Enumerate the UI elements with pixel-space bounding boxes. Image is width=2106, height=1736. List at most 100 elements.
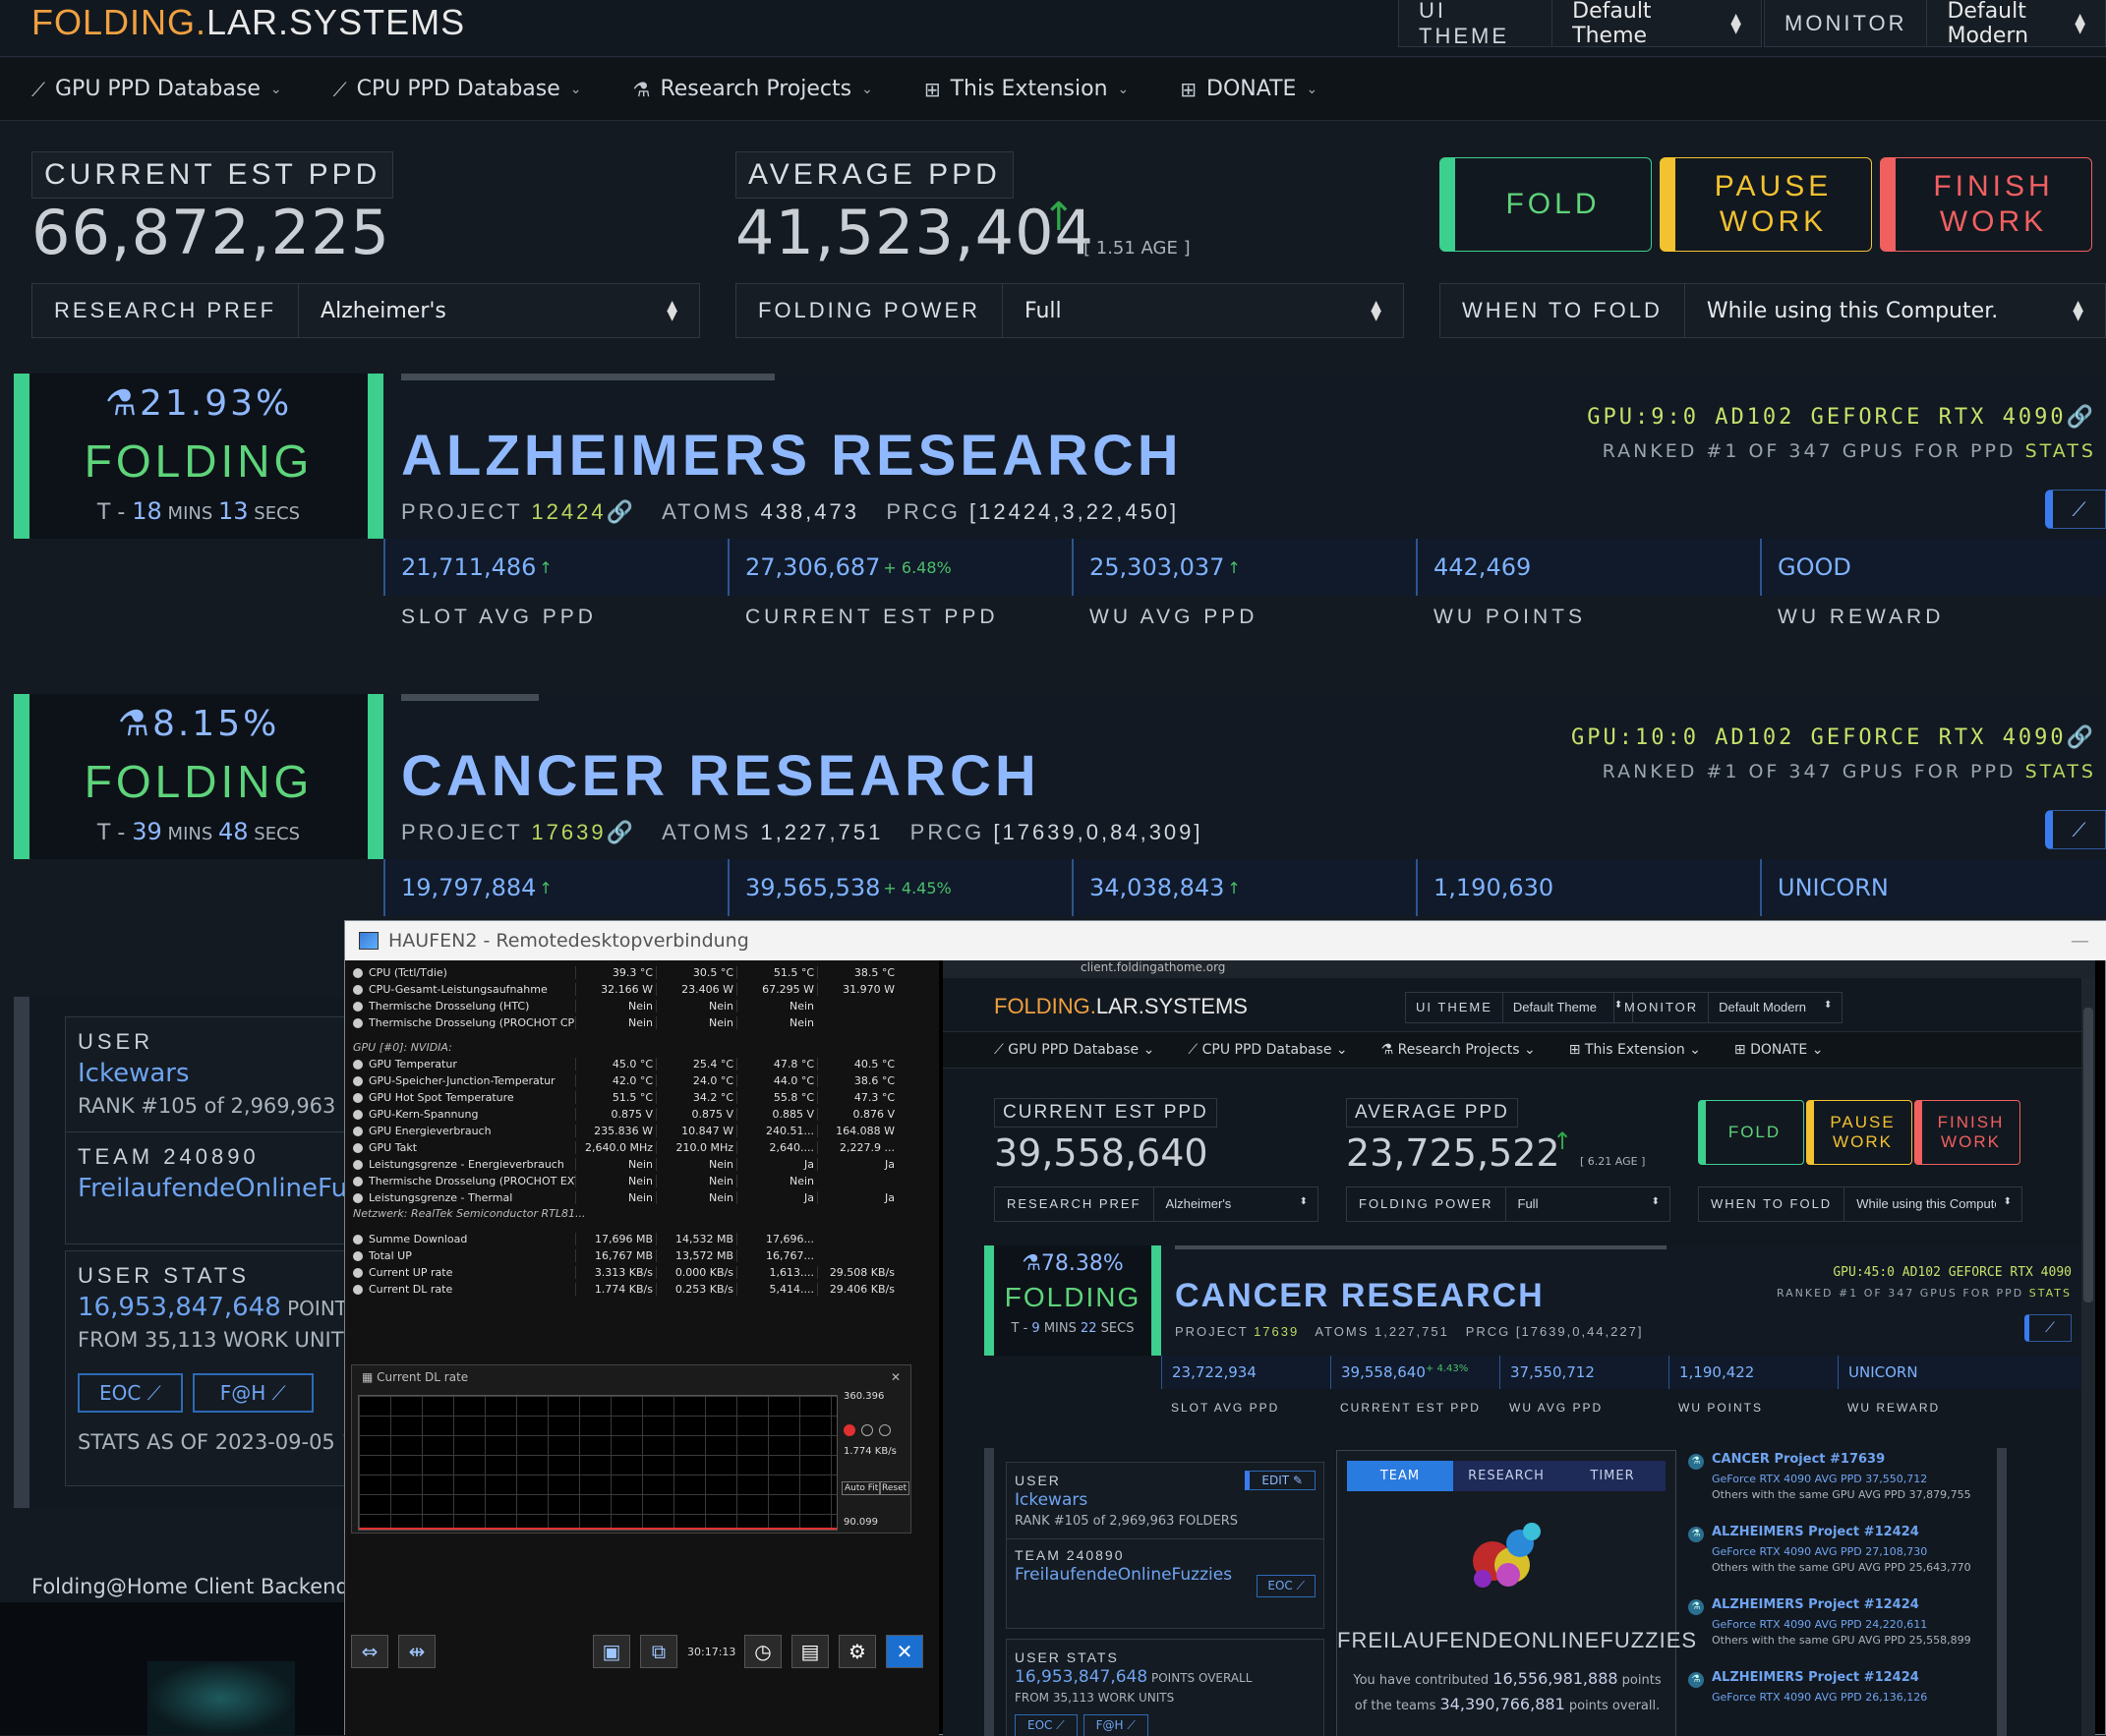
minimize-icon[interactable]: — (2071, 930, 2089, 952)
sensor-row[interactable]: GPU Takt 2,640.0 MHz 210.0 MHz 2,640.... 2,2… (353, 1139, 933, 1156)
chart-button[interactable]: ⟋ (2045, 810, 2106, 849)
wu-points: 442,469 (1416, 539, 1760, 596)
fold-button[interactable]: FOLD (1439, 157, 1652, 252)
remote-finish-button[interactable]: FINISH WORK (1914, 1100, 2020, 1165)
sensor-row[interactable]: GPU-Kern-Spannung 0.875 V 0.875 V 0.885 V 0.… (353, 1106, 933, 1123)
sensor-row[interactable]: GPU Hot Spot Temperature 51.5 °C 34.2 °C 55… (353, 1089, 933, 1106)
dot-red-icon[interactable] (844, 1424, 855, 1436)
research-pref-select[interactable]: RESEARCH PREF Alzheimer's ▲ ▼ (31, 283, 700, 338)
finish-work-button[interactable]: FINISH WORK (1880, 157, 2092, 252)
remote-nav-donate[interactable]: ⊞ DONATE ⌄ (1734, 1042, 1824, 1058)
project-number[interactable]: 17639 (1254, 1324, 1299, 1339)
time-remaining: T - 39 MINS 48 SECS (29, 818, 368, 845)
monitor-icon[interactable]: ▣ (593, 1635, 630, 1668)
team-name[interactable]: FreilaufendeOnlineFuzz (78, 1174, 374, 1203)
link-icon[interactable]: 🔗 (607, 499, 636, 524)
remote-power-select[interactable]: FOLDING POWER Full ⬍ (1346, 1186, 1670, 1222)
edit-button[interactable]: EDIT ✎ (1245, 1471, 1316, 1490)
when-to-fold-select[interactable]: WHEN TO FOLD While using this Computer. ▲… (1439, 283, 2106, 338)
dot-icon[interactable] (879, 1424, 891, 1436)
brand-logo[interactable]: FOLDING.LAR.SYSTEMS (31, 2, 465, 43)
stats-link[interactable]: STATS (2025, 440, 2096, 462)
sensor-row[interactable]: CPU (Tctl/Tdie) 39.3 °C 30.5 °C 51.5 °C 38.5… (353, 964, 933, 981)
report-icon[interactable]: ▤ (791, 1635, 829, 1668)
settings-icon[interactable]: ⚙ (839, 1635, 876, 1668)
project-history-item[interactable]: ⚗ ALZHEIMERS Project #12424 GeForce RTX 40… (1686, 1597, 2001, 1647)
sensor-row[interactable]: Thermische Drosselung (PROCHOT CPU) Nein N… (353, 1014, 933, 1031)
remote-eoc-button[interactable]: EOC ⟋ (1257, 1575, 1316, 1597)
sensor-row[interactable]: Summe Download 17,696 MB 14,532 MB 17,696..… (353, 1231, 933, 1247)
project-number[interactable]: 17639 (531, 820, 606, 844)
ui-theme-select[interactable]: UI THEME Default Theme ▲ ▼ (1398, 0, 1762, 48)
chart-button[interactable]: ⟋ (2045, 490, 2106, 529)
sensor-row[interactable]: Total UP 16,767 MB 13,572 MB 16,767... (353, 1247, 933, 1264)
arrows-expand-icon[interactable]: ⇔ (351, 1635, 388, 1668)
project-history-item[interactable]: ⚗ ALZHEIMERS Project #12424 GeForce RTX 40… (1686, 1525, 2001, 1574)
remote-nav-research[interactable]: ⚗ Research Projects ⌄ (1381, 1042, 1536, 1058)
sensor-row[interactable]: Current UP rate 3.313 KB/s 0.000 KB/s 1,613… (353, 1264, 933, 1281)
sensor-row[interactable]: CPU-Gesamt-Leistungsaufnahme 32.166 W 23.4… (353, 981, 933, 998)
pause-work-button[interactable]: PAUSE WORK (1660, 157, 1872, 252)
project-number[interactable]: 12424 (531, 499, 606, 524)
remote-fold-button[interactable]: FOLD (1698, 1100, 1804, 1165)
remote-chart-button[interactable]: ⟋ (2024, 1314, 2072, 1342)
remote-nav-gpu[interactable]: ⟋ GPU PPD Database ⌄ (994, 1042, 1154, 1058)
stats-link[interactable]: STATS (2029, 1287, 2072, 1300)
reset-button[interactable]: Reset (879, 1481, 910, 1495)
user-name[interactable]: Ickewars (78, 1059, 368, 1088)
network-icon[interactable]: ⧉ (640, 1635, 677, 1668)
project-history-item[interactable]: ⚗ CANCER Project #17639 GeForce RTX 4090 A… (1686, 1452, 2001, 1501)
sensor-row[interactable]: GPU-Speicher-Junction-Temperatur 42.0 °C 2… (353, 1072, 933, 1089)
sensor-row[interactable]: Thermische Drosselung (PROCHOT EXT) Nein N… (353, 1173, 933, 1189)
arrows-collapse-icon[interactable]: ⇹ (398, 1635, 436, 1668)
tab-timer[interactable]: TIMER (1559, 1461, 1666, 1491)
remote-ui-theme-select[interactable]: UI THEME Default Theme ⬍ (1405, 992, 1634, 1023)
nav-gpu-ppd-database[interactable]: ⟋ GPU PPD Database ⌄ (31, 77, 282, 101)
dl-rate-graph-window[interactable]: ▦ Current DL rate ✕ 360.396 1.774 KB/s Au… (351, 1364, 911, 1533)
sensor-row[interactable]: GPU Temperatur 45.0 °C 25.4 °C 47.8 °C 40.5 … (353, 1056, 933, 1072)
link-icon[interactable]: 🔗 (607, 820, 636, 844)
link-icon[interactable]: 🔗 (2067, 405, 2096, 430)
remote-when-select[interactable]: WHEN TO FOLD While using this Compute ⬍ (1698, 1186, 2022, 1222)
graph-color-dots[interactable] (844, 1424, 891, 1436)
nav-this-extension[interactable]: ⊞ This Extension ⌄ (924, 77, 1129, 101)
sensor-row[interactable]: GPU Energieverbrauch 235.836 W 10.847 W 240… (353, 1123, 933, 1139)
nav-cpu-ppd-database[interactable]: ⟋ CPU PPD Database ⌄ (333, 77, 582, 101)
close-icon[interactable]: ✕ (891, 1370, 901, 1384)
remote-nav-extension[interactable]: ⊞ This Extension ⌄ (1569, 1042, 1701, 1058)
remote-nav-cpu[interactable]: ⟋ CPU PPD Database ⌄ (1188, 1042, 1347, 1058)
remote-monitor-select[interactable]: MONITOR Default Modern ⬍ (1613, 992, 1843, 1023)
fah-button[interactable]: F@H ⟋ (192, 1373, 314, 1413)
stats-link[interactable]: STATS (2025, 761, 2096, 782)
tab-team[interactable]: TEAM (1347, 1461, 1453, 1491)
sensor-row[interactable]: Current DL rate 1.774 KB/s 0.253 KB/s 5,414… (353, 1281, 933, 1298)
remote-pause-button[interactable]: PAUSE WORK (1806, 1100, 1912, 1165)
close-icon[interactable]: ✕ (886, 1635, 923, 1668)
remote-scrollbar[interactable] (2081, 978, 2095, 1736)
sensor-row[interactable]: Leistungsgrenze - Energieverbrauch Nein Ne… (353, 1156, 933, 1173)
remote-research-select[interactable]: RESEARCH PREF Alzheimer's ⬍ (994, 1186, 1318, 1222)
team-label-text: TEAM (78, 1144, 154, 1169)
monitor-select[interactable]: MONITOR Default Modern ▲ ▼ (1764, 0, 2106, 48)
remote-brand[interactable]: FOLDING.LAR.SYSTEMS (994, 994, 1248, 1019)
sensor-row[interactable]: Leistungsgrenze - Thermal Nein Nein Ja Ja (353, 1189, 933, 1206)
remote-address-bar[interactable]: client.foldingathome.org (943, 960, 2095, 978)
wu-points: 1,190,630 (1416, 859, 1760, 916)
clock-icon[interactable]: ◷ (744, 1635, 782, 1668)
project-history-item[interactable]: ⚗ ALZHEIMERS Project #12424 GeForce RTX 40… (1686, 1670, 2001, 1707)
remote-desktop-window[interactable]: HAUFEN2 - Remotedesktopverbindung — GPU [… (344, 920, 2106, 1736)
nav-research-projects[interactable]: ⚗ Research Projects ⌄ (633, 77, 873, 101)
eoc-button[interactable]: EOC ⟋ (78, 1373, 183, 1413)
link-icon[interactable]: 🔗 (2067, 725, 2096, 750)
remote-user-name[interactable]: Ickewars (1015, 1490, 1316, 1510)
tab-research[interactable]: RESEARCH (1453, 1461, 1559, 1491)
folding-power-select[interactable]: FOLDING POWER Full ▲ ▼ (735, 283, 1404, 338)
remote-eoc-button-2[interactable]: EOC ⟋ (1015, 1714, 1078, 1736)
auto-fit-button[interactable]: Auto Fit (842, 1481, 882, 1495)
remote-fah-button[interactable]: F@H ⟋ (1082, 1714, 1148, 1736)
rdp-titlebar[interactable]: HAUFEN2 - Remotedesktopverbindung — (345, 921, 2106, 960)
scroll-thumb[interactable] (2083, 1008, 2093, 1302)
nav-donate[interactable]: ⊞ DONATE ⌄ (1180, 77, 1317, 101)
sensor-row[interactable]: Thermische Drosselung (HTC) Nein Nein Nein (353, 998, 933, 1014)
dot-icon[interactable] (861, 1424, 873, 1436)
